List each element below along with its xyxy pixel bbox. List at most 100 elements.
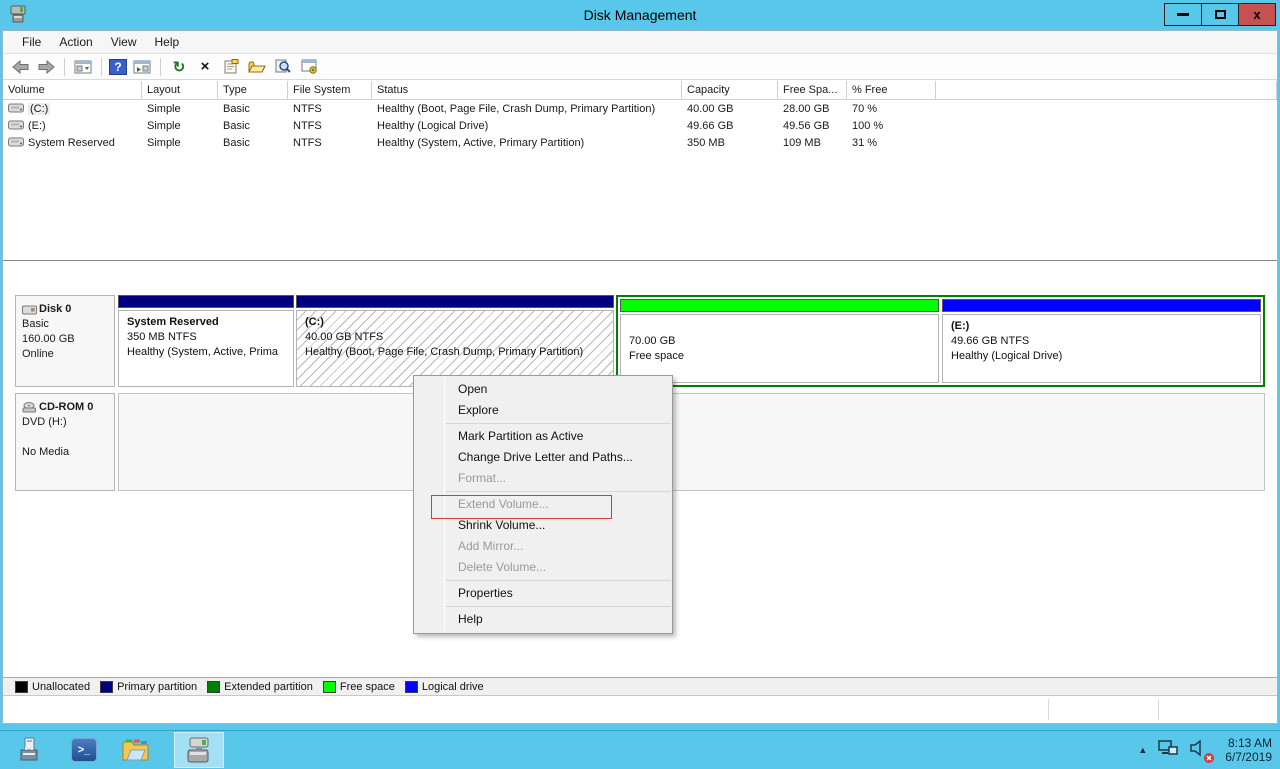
menu-bar: File Action View Help: [3, 31, 1277, 54]
menu-separator: [446, 606, 671, 607]
partition-e[interactable]: (E:) 49.66 GB NTFS Healthy (Logical Driv…: [942, 299, 1261, 383]
menu-item-explore[interactable]: Explore: [414, 400, 672, 421]
primary-partition-swatch: [100, 681, 113, 693]
menu-item-change-drive-letter[interactable]: Change Drive Letter and Paths...: [414, 447, 672, 468]
maximize-button[interactable]: [1201, 3, 1239, 26]
volume-list-pane: Volume Layout Type File System Status Ca…: [3, 81, 1277, 261]
volume-row-c[interactable]: (C:) Simple Basic NTFS Healthy (Boot, Pa…: [3, 100, 1277, 117]
legend-extended-partition: Extended partition: [207, 681, 313, 693]
partition-status: Healthy (Logical Drive): [951, 349, 1260, 364]
free-space-label: Free space: [629, 349, 938, 364]
taskbar-clock[interactable]: 8:13 AM 6/7/2019: [1221, 736, 1272, 764]
volume-row-system-reserved[interactable]: System Reserved Simple Basic NTFS Health…: [3, 134, 1277, 151]
volume-type: Basic: [218, 120, 288, 132]
file-explorer-taskbar-icon[interactable]: [116, 732, 156, 768]
partition-title: (E:): [951, 319, 1260, 334]
legend-unallocated: Unallocated: [15, 681, 90, 693]
volume-layout: Simple: [142, 137, 218, 149]
column-header-type[interactable]: Type: [218, 81, 288, 99]
menu-help[interactable]: Help: [146, 33, 189, 51]
column-header-freespace[interactable]: Free Spa...: [778, 81, 847, 99]
column-header-volume[interactable]: Volume: [3, 81, 142, 99]
disk-management-taskbar-icon[interactable]: [174, 732, 224, 768]
menu-action[interactable]: Action: [50, 33, 101, 51]
status-divider: [1048, 699, 1049, 720]
volume-name: (C:): [28, 103, 50, 115]
menu-separator: [446, 580, 671, 581]
volume-status: Healthy (Logical Drive): [372, 120, 682, 132]
show-hidden-icons-chevron[interactable]: ▲: [1138, 745, 1147, 755]
menu-item-shrink-volume[interactable]: Shrink Volume...: [414, 515, 672, 536]
cdrom-info-panel[interactable]: CD-ROM 0 DVD (H:) No Media: [15, 393, 115, 491]
minimize-button[interactable]: [1164, 3, 1202, 26]
menu-item-help[interactable]: Help: [414, 609, 672, 630]
drive-icon: [8, 137, 24, 148]
volume-free: 49.56 GB: [778, 120, 847, 132]
find-icon[interactable]: [272, 57, 294, 77]
title-bar[interactable]: Disk Management x: [0, 0, 1280, 30]
menu-item-open[interactable]: Open: [414, 379, 672, 400]
status-divider: [1158, 699, 1159, 720]
back-icon[interactable]: [9, 57, 31, 77]
properties-icon[interactable]: [220, 57, 242, 77]
volume-layout: Simple: [142, 103, 218, 115]
legend-free-space: Free space: [323, 681, 395, 693]
clock-date: 6/7/2019: [1225, 750, 1272, 764]
menu-view[interactable]: View: [102, 33, 146, 51]
column-header-pctfree[interactable]: % Free: [847, 81, 936, 99]
forward-icon[interactable]: [35, 57, 57, 77]
logical-drive-bar: [942, 299, 1261, 312]
disk-management-app-icon: [8, 4, 28, 29]
cdrom-icon: [22, 402, 37, 413]
console-tree-icon[interactable]: [72, 57, 94, 77]
menu-file[interactable]: File: [13, 33, 50, 51]
column-header-status[interactable]: Status: [372, 81, 682, 99]
server-manager-taskbar-icon[interactable]: [12, 732, 52, 768]
action-pane-icon[interactable]: [131, 57, 153, 77]
volume-muted-icon[interactable]: [1189, 739, 1211, 762]
volume-status: Healthy (Boot, Page File, Crash Dump, Pr…: [372, 103, 682, 115]
legend-primary-partition: Primary partition: [100, 681, 197, 693]
extended-partition-container: 70.00 GB Free space (E:) 49.66 GB NTFS H…: [616, 295, 1265, 387]
cdrom-name: CD-ROM 0: [39, 400, 93, 415]
unallocated-swatch: [15, 681, 28, 693]
partition-status: Healthy (System, Active, Prima: [127, 345, 293, 360]
partition-title: (C:): [305, 315, 613, 330]
help-icon[interactable]: ?: [109, 59, 127, 75]
close-button[interactable]: x: [1238, 3, 1276, 26]
menu-item-add-mirror: Add Mirror...: [414, 536, 672, 557]
partition-c[interactable]: (C:) 40.00 GB NTFS Healthy (Boot, Page F…: [296, 295, 614, 387]
primary-partition-bar: [296, 295, 614, 308]
partition-system-reserved[interactable]: System Reserved 350 MB NTFS Healthy (Sys…: [118, 295, 294, 387]
refresh-icon[interactable]: ↻: [168, 57, 190, 77]
menu-item-mark-partition-active[interactable]: Mark Partition as Active: [414, 426, 672, 447]
window-title: Disk Management: [0, 7, 1280, 23]
cdrom-media-status: No Media: [22, 445, 110, 460]
menu-separator: [446, 423, 671, 424]
volume-layout: Simple: [142, 120, 218, 132]
taskbar: >_ ▲ 8:13 AM 6/7/2019: [0, 730, 1280, 768]
toolbar-separator: [64, 58, 65, 76]
extended-partition-swatch: [207, 681, 220, 693]
toolbar: ? ↻ ×: [3, 54, 1277, 80]
logical-drive-swatch: [405, 681, 418, 693]
menu-item-properties[interactable]: Properties: [414, 583, 672, 604]
powershell-taskbar-icon[interactable]: >_: [64, 732, 104, 768]
column-header-filesystem[interactable]: File System: [288, 81, 372, 99]
volume-capacity: 49.66 GB: [682, 120, 778, 132]
free-space-size: 70.00 GB: [629, 334, 938, 349]
disk0-size: 160.00 GB: [22, 332, 110, 347]
network-icon[interactable]: [1157, 739, 1179, 762]
volume-free: 109 MB: [778, 137, 847, 149]
free-space-region[interactable]: 70.00 GB Free space: [620, 299, 939, 383]
column-header-capacity[interactable]: Capacity: [682, 81, 778, 99]
volume-row-e[interactable]: (E:) Simple Basic NTFS Healthy (Logical …: [3, 117, 1277, 134]
disk0-info-panel[interactable]: Disk 0 Basic 160.00 GB Online: [15, 295, 115, 387]
column-header-layout[interactable]: Layout: [142, 81, 218, 99]
open-folder-icon[interactable]: [246, 57, 268, 77]
console-settings-icon[interactable]: [298, 57, 320, 77]
delete-icon[interactable]: ×: [194, 57, 216, 77]
cdrom-empty-region[interactable]: [118, 393, 1265, 491]
volume-pctfree: 31 %: [847, 137, 936, 149]
free-space-bar: [620, 299, 939, 312]
